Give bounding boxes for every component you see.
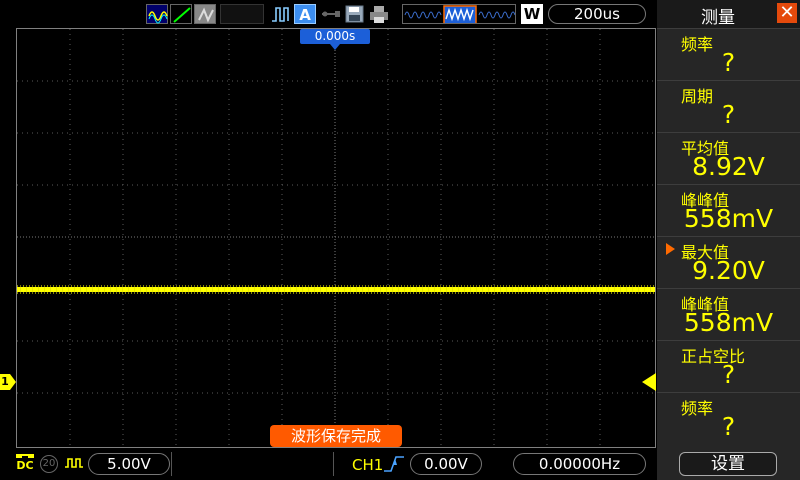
trigger-source-label[interactable]: CH1 xyxy=(352,456,383,474)
waveform-persist-icon[interactable] xyxy=(194,4,216,24)
waveform-vectors-icon[interactable] xyxy=(170,4,192,24)
measure-value: 8.92V xyxy=(692,152,765,181)
close-icon[interactable]: ✕ xyxy=(777,3,797,23)
measure-value: ? xyxy=(721,360,736,389)
measure-item[interactable]: 平均值 8.92V xyxy=(657,132,800,184)
trigger-level-marker[interactable] xyxy=(642,373,656,391)
measure-value: 9.20V xyxy=(692,256,765,285)
waveform-display[interactable] xyxy=(16,28,656,448)
measure-panel: 测量 ✕ 频率 ? 周期 ? 平均值 8.92V 峰峰值 558mV 最大值 9… xyxy=(657,0,800,480)
trigger-position-marker[interactable]: 0.000s xyxy=(300,29,370,44)
ch1-coupling-icon[interactable]: DC xyxy=(15,454,35,474)
measure-item[interactable]: 频率 ? xyxy=(657,392,800,444)
measure-item[interactable]: 峰峰值 558mV xyxy=(657,288,800,340)
ch1-coupling-label: DC xyxy=(16,459,34,472)
measure-value: 558mV xyxy=(683,308,774,337)
status-message: 波形保存完成 xyxy=(270,425,402,447)
trigger-slope-rising-icon[interactable] xyxy=(381,454,407,474)
memory-depth-bar[interactable] xyxy=(402,4,516,24)
print-icon[interactable] xyxy=(368,4,390,24)
usb-icon xyxy=(320,4,342,24)
status-box xyxy=(220,4,264,24)
selection-arrow-icon xyxy=(666,243,675,255)
trigger-position-arrow xyxy=(330,44,340,50)
timebase-readout[interactable]: 200us xyxy=(548,4,646,24)
timebase-mode-badge[interactable]: W xyxy=(521,4,543,24)
waveform-sine-icon[interactable] xyxy=(146,4,168,24)
graticule xyxy=(17,29,655,447)
ch1-invert-icon[interactable] xyxy=(64,454,84,474)
divider xyxy=(171,452,172,476)
measure-value: ? xyxy=(721,100,736,129)
settings-button[interactable]: 设置 xyxy=(679,452,777,476)
ch1-ground-marker-tip xyxy=(10,374,16,390)
measure-panel-header: 测量 ✕ xyxy=(657,0,800,28)
ch1-trace-noise xyxy=(17,285,655,294)
divider xyxy=(333,452,334,476)
ch1-ground-marker[interactable]: 1 xyxy=(0,374,10,390)
bottom-status-bar: DC 20 5.00V CH1 0.00V 0.00000Hz xyxy=(0,448,657,480)
measure-item[interactable]: 周期 ? xyxy=(657,80,800,132)
trigger-level-readout[interactable]: 0.00V xyxy=(410,453,482,475)
trigger-edge-icon xyxy=(270,4,292,24)
ch1-scale-readout[interactable]: 5.00V xyxy=(88,453,170,475)
bw-limit-icon[interactable]: 20 xyxy=(40,455,58,473)
measure-value: 558mV xyxy=(683,204,774,233)
frequency-counter-readout[interactable]: 0.00000Hz xyxy=(513,453,646,475)
measure-item[interactable]: 峰峰值 558mV xyxy=(657,184,800,236)
measure-panel-title: 测量 xyxy=(701,8,735,28)
trigger-mode-badge[interactable]: A xyxy=(294,4,316,24)
measure-item[interactable]: 频率 ? xyxy=(657,28,800,80)
measure-value: ? xyxy=(721,48,736,77)
save-icon[interactable] xyxy=(344,4,366,24)
measure-item[interactable]: 正占空比 ? xyxy=(657,340,800,392)
measure-item-selected[interactable]: 最大值 9.20V xyxy=(657,236,800,288)
measure-value: ? xyxy=(721,412,736,441)
top-toolbar: A W 200us xyxy=(0,0,657,28)
